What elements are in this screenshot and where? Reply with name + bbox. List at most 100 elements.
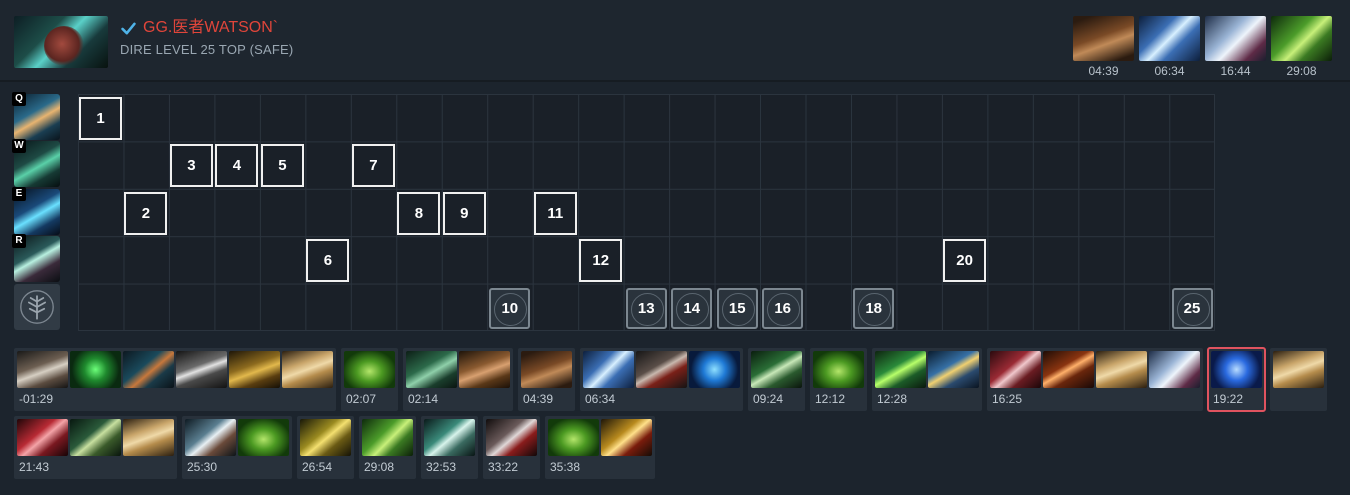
skill-level-number: 16 [774,299,792,317]
skill-r-icon[interactable]: R [12,234,60,283]
core-item[interactable]: 16:44 [1205,16,1266,78]
core-items: 04:39 06:34 16:44 29:08 [1073,16,1332,78]
item-group: 26:54 [297,416,354,479]
abyssal-icon[interactable] [486,419,537,456]
slippers-icon[interactable] [70,351,121,388]
skill-level-number: 3 [187,157,196,175]
talent-level-badge: 25 [1171,287,1213,329]
item-purchase-time: 25:30 [187,460,218,474]
skill-level-number: 6 [323,252,333,270]
skill-level-number: 20 [956,252,973,270]
bloodstone-icon[interactable] [601,419,652,456]
item-purchase-time: 26:54 [302,460,333,474]
core-item[interactable]: 06:34 [1139,16,1200,78]
item-group-icons [1211,351,1262,388]
skill-level-number: 7 [369,157,378,175]
core-item-time: 29:08 [1286,64,1317,78]
item-group-icons [486,419,537,456]
skill-build-panel: QWER 1 2 3 4 5 6 7 8 9 10 11 12 13 14 15 16 18 20 25 [0,84,1350,344]
item-purchase-time: 21:43 [19,460,50,474]
talent-level-badge: 16 [762,287,804,329]
item-group-icons [362,419,413,456]
recipe-scroll-icon[interactable] [1096,351,1147,388]
skill-level-number: 1 [96,110,105,127]
wraith-band-icon[interactable] [813,351,864,388]
skill-level-number: 5 [278,157,287,175]
item-purchase-time: 02:07 [346,392,377,406]
skill-level-number: 25 [1183,299,1201,317]
hero-portrait[interactable] [14,16,108,68]
boots-icon[interactable] [459,351,510,388]
item-purchase-time [1273,388,1324,392]
skill-level-number: 2 [141,204,151,222]
sabre-icon[interactable] [990,351,1041,388]
item-group: 33:22 [483,416,540,479]
skill-level-grid: 1 2 3 4 5 6 7 8 9 10 11 12 13 14 15 16 18 20 25 [78,94,1215,331]
skill-level-number: 18 [865,299,882,317]
blink-blade-icon[interactable] [1139,16,1200,61]
skadi-icon[interactable] [424,419,475,456]
power-treads-icon[interactable] [1073,16,1134,61]
vanguard-icon[interactable] [636,351,687,388]
battle-axe-icon[interactable] [1205,16,1266,61]
skill-level-number: 13 [637,299,655,317]
circlet-icon[interactable] [176,351,227,388]
green-blade-icon[interactable] [1271,16,1332,61]
blink-blade-icon[interactable] [583,351,634,388]
butterfly-icon[interactable] [17,419,68,456]
battle-axe-icon[interactable] [1149,351,1200,388]
skill-level-box: 12 [579,239,623,283]
green-blade-icon[interactable] [362,419,413,456]
diffusal-icon[interactable] [875,351,926,388]
player-name[interactable]: GG.医者WATSON` [143,18,278,38]
skill-level-box: 5 [260,144,304,188]
item-group-icons [1273,351,1324,388]
player-subtitle: DIRE LEVEL 25 TOP (SAFE) [120,42,294,57]
mjollnir-icon[interactable] [1043,351,1094,388]
item-group-highlighted: 19:22 [1207,347,1266,412]
skill-w-icon[interactable]: W [12,139,60,188]
leaf-icon[interactable] [548,419,599,456]
talent-level-badge: 15 [716,287,758,329]
skill-e-icon[interactable]: E [12,186,60,235]
aghanims-shard-icon[interactable] [1211,351,1262,388]
staff-icon[interactable] [70,419,121,456]
item-group-icons [424,419,475,456]
recipe-scroll-icon[interactable] [123,419,174,456]
skill-level-box: 20 [943,239,987,283]
item-purchase-time: 29:08 [364,460,395,474]
item-group-icons [406,351,510,388]
aquila-icon[interactable] [928,351,979,388]
item-group-icons [813,351,864,388]
blue-orb-icon[interactable] [689,351,740,388]
item-purchase-time: 02:14 [408,392,439,406]
wraith-band-icon[interactable] [344,351,395,388]
moon-shard-icon[interactable] [300,419,351,456]
recipe-scroll-icon[interactable] [282,351,333,388]
talent-tree-icon[interactable] [14,284,60,330]
item-group-icons [521,351,572,388]
core-item[interactable]: 29:08 [1271,16,1332,78]
item-group-icons [875,351,979,388]
leaf-icon[interactable] [238,419,289,456]
hammer-icon[interactable] [406,351,457,388]
item-purchase-time: 32:53 [426,460,457,474]
core-item-time: 04:39 [1088,64,1119,78]
item-group-icons [548,419,652,456]
item-group [1270,348,1327,411]
recipe-scroll-icon[interactable] [1273,351,1324,388]
item-group: 32:53 [421,416,478,479]
skill-q-icon[interactable]: Q [12,92,60,140]
skill-level-box: 7 [351,144,395,188]
item-group: -01:29 [14,348,336,411]
tango-icon[interactable] [17,351,68,388]
item-purchase-time: 19:22 [1213,392,1244,406]
core-item[interactable]: 04:39 [1073,16,1134,78]
kris-icon[interactable] [751,351,802,388]
gauntlets-icon[interactable] [229,351,280,388]
power-treads-icon[interactable] [521,351,572,388]
item-purchase-time: 06:34 [585,392,616,406]
branch-icon[interactable] [123,351,174,388]
core-item-time: 06:34 [1154,64,1185,78]
dagon-icon[interactable] [185,419,236,456]
